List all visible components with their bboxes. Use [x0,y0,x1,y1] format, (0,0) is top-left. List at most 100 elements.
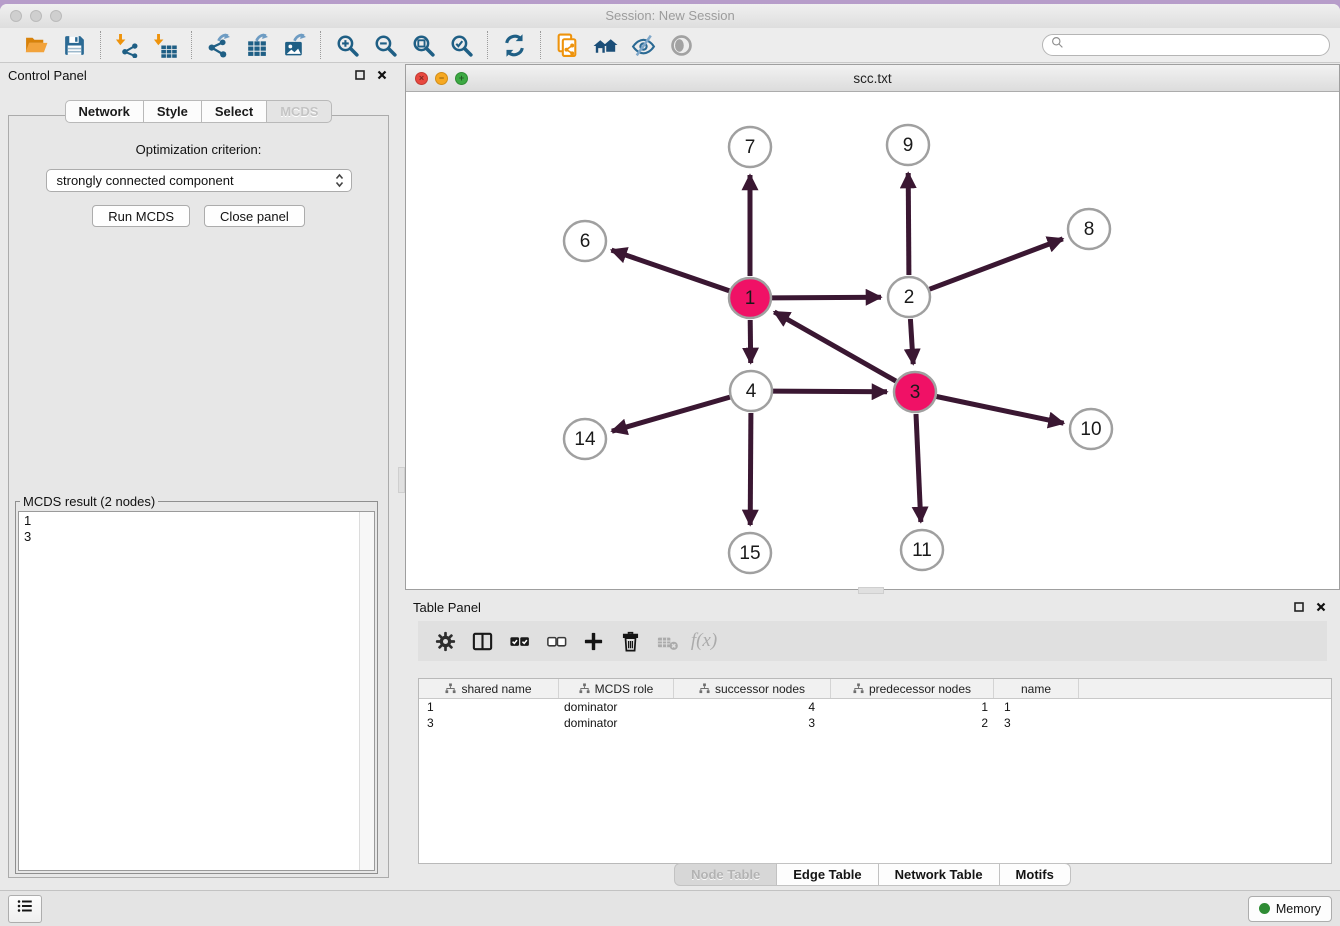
cell-shared-name[interactable]: 1 [419,700,559,714]
run-mcds-button[interactable]: Run MCDS [92,205,190,227]
edge-1-6[interactable] [612,250,730,291]
column-header-successor-nodes[interactable]: successor nodes [674,679,831,698]
memory-button[interactable]: Memory [1248,896,1332,922]
edge-3-11[interactable] [916,414,921,522]
vertical-splitter-grip[interactable] [398,467,405,493]
edge-1-4[interactable] [750,320,751,363]
column-type-icon [853,683,864,694]
export-image-button[interactable] [279,31,309,59]
column-header-shared-name[interactable]: shared name [419,679,559,698]
horizontal-splitter-grip[interactable] [858,587,884,594]
edge-4-3[interactable] [773,391,887,392]
import-network-button[interactable] [112,31,142,59]
node-8[interactable]: 8 [1068,209,1110,249]
close-panel-button[interactable]: Close panel [204,205,305,227]
network-minimize-button[interactable]: − [435,72,448,85]
edge-3-10[interactable] [937,397,1064,424]
cell-mcds-role[interactable]: dominator [559,700,674,714]
edge-2-3[interactable] [910,319,913,364]
column-header-name[interactable]: name [994,679,1079,698]
cell-successor-nodes[interactable]: 4 [674,700,831,714]
task-history-button[interactable] [8,895,42,923]
cell-shared-name[interactable]: 3 [419,716,559,730]
tab-network[interactable]: Network [65,100,144,123]
float-panel-icon[interactable] [355,70,365,80]
delete-entry-button[interactable] [615,626,645,656]
node-2[interactable]: 2 [888,277,930,317]
node-9[interactable]: 9 [887,125,929,165]
cell-successor-nodes[interactable]: 3 [674,716,831,730]
tab-motifs[interactable]: Motifs [1000,863,1071,886]
export-table-button[interactable] [241,31,271,59]
node-15[interactable]: 15 [729,533,771,573]
column-header-predecessor-nodes[interactable]: predecessor nodes [831,679,994,698]
edge-4-14[interactable] [612,397,730,431]
zoom-out-button[interactable] [370,31,400,59]
node-15-label: 15 [739,543,760,564]
cell-predecessor-nodes[interactable]: 1 [831,700,994,714]
node-14[interactable]: 14 [564,419,606,459]
table-panel-title: Table Panel [413,600,481,615]
close-panel-icon[interactable] [377,70,387,80]
search-input[interactable] [1069,36,1329,54]
cell-mcds-role[interactable]: dominator [559,716,674,730]
close-table-panel-icon[interactable] [1316,602,1326,612]
column-label: predecessor nodes [869,682,971,696]
tab-edge-table[interactable]: Edge Table [777,863,878,886]
apply-layout-button[interactable] [499,31,529,59]
node-2-label: 2 [904,287,915,308]
save-session-button[interactable] [59,31,89,59]
function-builder-button: f(x) [689,626,719,656]
tab-select[interactable]: Select [202,100,267,123]
zoom-fit-button[interactable] [408,31,438,59]
node-1-label: 1 [745,288,756,309]
toolbar-group [488,31,540,59]
node-1[interactable]: 1 [729,278,771,318]
mcds-result-area[interactable]: 13 [18,511,375,871]
edge-2-9[interactable] [908,173,909,275]
import-table-button[interactable] [150,31,180,59]
tab-mcds[interactable]: MCDS [267,100,332,123]
node-7[interactable]: 7 [729,127,771,167]
edge-3-1[interactable] [774,312,896,381]
first-neighbors-button[interactable] [590,31,620,59]
tab-node-table[interactable]: Node Table [674,863,777,886]
select-all-button[interactable] [504,626,534,656]
table-row-2[interactable]: 3dominator323 [419,715,1331,731]
search-box[interactable] [1042,34,1330,56]
zoom-in-button[interactable] [332,31,362,59]
open-session-button[interactable] [21,31,51,59]
result-scrollbar[interactable] [359,512,374,870]
node-10[interactable]: 10 [1070,409,1112,449]
tab-style[interactable]: Style [144,100,202,123]
add-entry-button[interactable] [578,626,608,656]
cell-predecessor-nodes[interactable]: 2 [831,716,994,730]
edge-1-2[interactable] [772,297,881,298]
zoom-selected-button[interactable] [446,31,476,59]
node-4[interactable]: 4 [730,371,772,411]
memory-button-label: Memory [1276,902,1321,916]
unselect-all-button[interactable] [541,626,571,656]
network-canvas[interactable]: 7 9 6 8 1 2 4 3 10 14 15 11 [406,92,1339,590]
clone-network-button[interactable] [552,31,582,59]
show-column-panel-button[interactable] [467,626,497,656]
network-maximize-button[interactable]: + [455,72,468,85]
delete-table-icon [656,630,679,653]
column-header-mcds-role[interactable]: MCDS role [559,679,674,698]
node-11[interactable]: 11 [901,530,943,570]
edge-2-8[interactable] [930,239,1063,289]
edge-4-15[interactable] [750,413,751,525]
criterion-select[interactable]: strongly connected component [46,169,352,192]
table-settings-button[interactable] [430,626,460,656]
hide-selected-button[interactable] [628,31,658,59]
node-6[interactable]: 6 [564,221,606,261]
table-row-1[interactable]: 1dominator411 [419,699,1331,715]
export-network-icon [206,33,231,58]
node-3[interactable]: 3 [894,372,936,412]
float-table-panel-icon[interactable] [1294,602,1304,612]
tab-network-table[interactable]: Network Table [879,863,1000,886]
cell-name[interactable]: 1 [994,700,1079,714]
cell-name[interactable]: 3 [994,716,1079,730]
network-close-button[interactable]: × [415,72,428,85]
export-network-button[interactable] [203,31,233,59]
